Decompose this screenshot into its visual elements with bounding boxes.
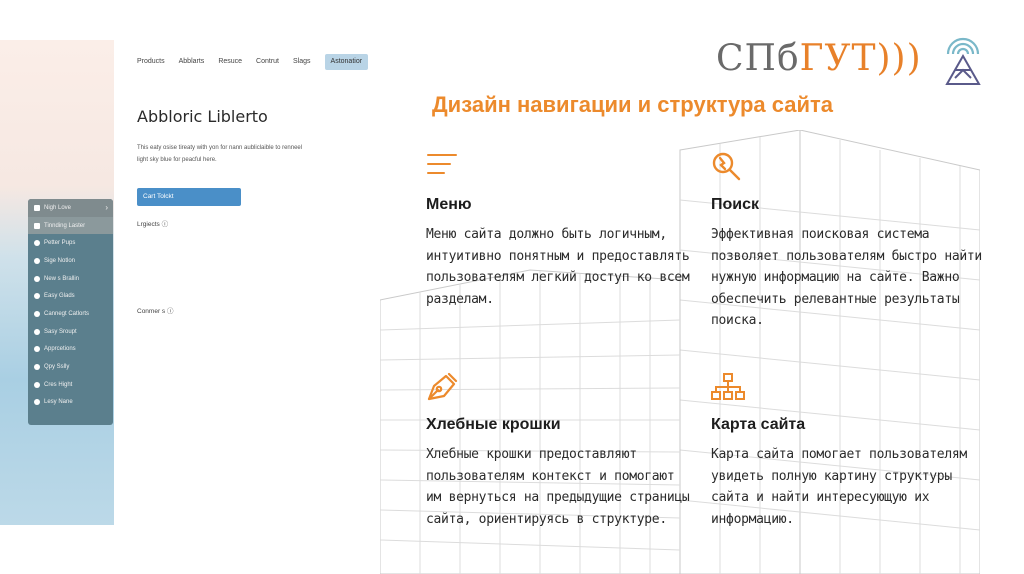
radio-icon[interactable] [34, 310, 40, 317]
mockup-nav: Products Abblarts Resuce Contrut Slags A… [137, 54, 382, 70]
radio-icon[interactable] [34, 364, 40, 371]
university-emblem-icon [945, 37, 981, 85]
mockup-cart-button[interactable]: Cart Tolckt [137, 188, 241, 206]
radio-icon[interactable] [34, 257, 40, 264]
radio-icon[interactable] [34, 328, 40, 335]
card-search: Поиск Эффективная поисковая система позв… [711, 152, 986, 332]
mockup-nav-item-active[interactable]: Astonatior [324, 54, 369, 70]
mockup-menu-item[interactable]: Apprcetions [28, 341, 113, 359]
card-heading: Хлебные крошки [426, 416, 561, 433]
radio-icon[interactable] [34, 275, 40, 282]
card-text: Эффективная поисковая система позволяет … [711, 227, 982, 328]
sitemap-icon [711, 373, 745, 400]
card-heading: Поиск [711, 196, 760, 213]
checkbox-checked-icon[interactable] [34, 204, 40, 211]
mockup-menu-item[interactable]: Cres Hight [28, 376, 113, 394]
mockup-menu-item[interactable]: New s Brallin [28, 270, 113, 288]
mockup-nav-item[interactable]: Resuce [218, 54, 242, 70]
mockup-menu-item[interactable]: Cannegt Catlorts [28, 305, 113, 323]
mockup-menu-item[interactable]: Sasy Sroupt [28, 323, 113, 341]
checkbox-checked-icon[interactable] [34, 222, 40, 229]
mockup-dropdown-menu: Nigh Love › Tinnding Laster Petter Pups S… [28, 199, 113, 425]
mockup-menu-item[interactable]: Easy Glads [28, 287, 113, 305]
page-title: Дизайн навигации и структура сайта [432, 92, 834, 117]
radio-icon[interactable] [34, 399, 40, 406]
mockup-menu-item[interactable]: Lesy Nane [28, 394, 113, 412]
mockup-label-comments: Conmer s ⓘ [137, 308, 174, 315]
card-heading: Карта сайта [711, 416, 806, 433]
chevron-right-icon: › [105, 203, 108, 213]
card-text: Меню сайта должно быть логичным, интуити… [426, 227, 690, 307]
mockup-label-projects: Lrgiects ⓘ [137, 221, 169, 228]
radio-icon[interactable] [34, 381, 40, 388]
card-menu: Меню Меню сайта должно быть логичным, ин… [426, 152, 696, 310]
mockup-title: Abbloric Liblerto [137, 107, 268, 126]
radio-icon[interactable] [34, 293, 40, 300]
mockup-menu-item[interactable]: Tinnding Laster [28, 216, 113, 235]
card-sitemap: Карта сайта Карта сайта помогает пользов… [711, 372, 986, 530]
menu-icon [427, 154, 457, 174]
pen-tool-icon [427, 372, 458, 401]
mockup-menu-item[interactable]: Sige Notlon [28, 252, 113, 270]
card-breadcrumbs: Хлебные крошки Хлебные крошки предоставл… [426, 372, 696, 530]
search-icon [712, 152, 741, 181]
mockup-menu-item[interactable]: Qpy Sslly [28, 358, 113, 376]
mockup-menu-item[interactable]: Petter Pups [28, 234, 113, 252]
mockup-nav-item[interactable]: Products [137, 54, 165, 70]
card-text: Карта сайта помогает пользователям увиде… [711, 447, 967, 527]
mockup-nav-item[interactable]: Contrut [256, 54, 279, 70]
mockup-menu-item[interactable]: Nigh Love › [28, 199, 113, 217]
card-text: Хлебные крошки предоставляют пользовател… [426, 447, 690, 527]
logo-spbgut: СПбГУТ))) [716, 38, 922, 79]
mockup-nav-item[interactable]: Abblarts [179, 54, 205, 70]
card-heading: Меню [426, 196, 472, 213]
radio-icon[interactable] [34, 240, 40, 247]
mockup-nav-item[interactable]: Slags [293, 54, 311, 70]
mockup-description: This eaty osise tireaty with yon for nan… [137, 145, 303, 163]
radio-icon[interactable] [34, 346, 40, 353]
